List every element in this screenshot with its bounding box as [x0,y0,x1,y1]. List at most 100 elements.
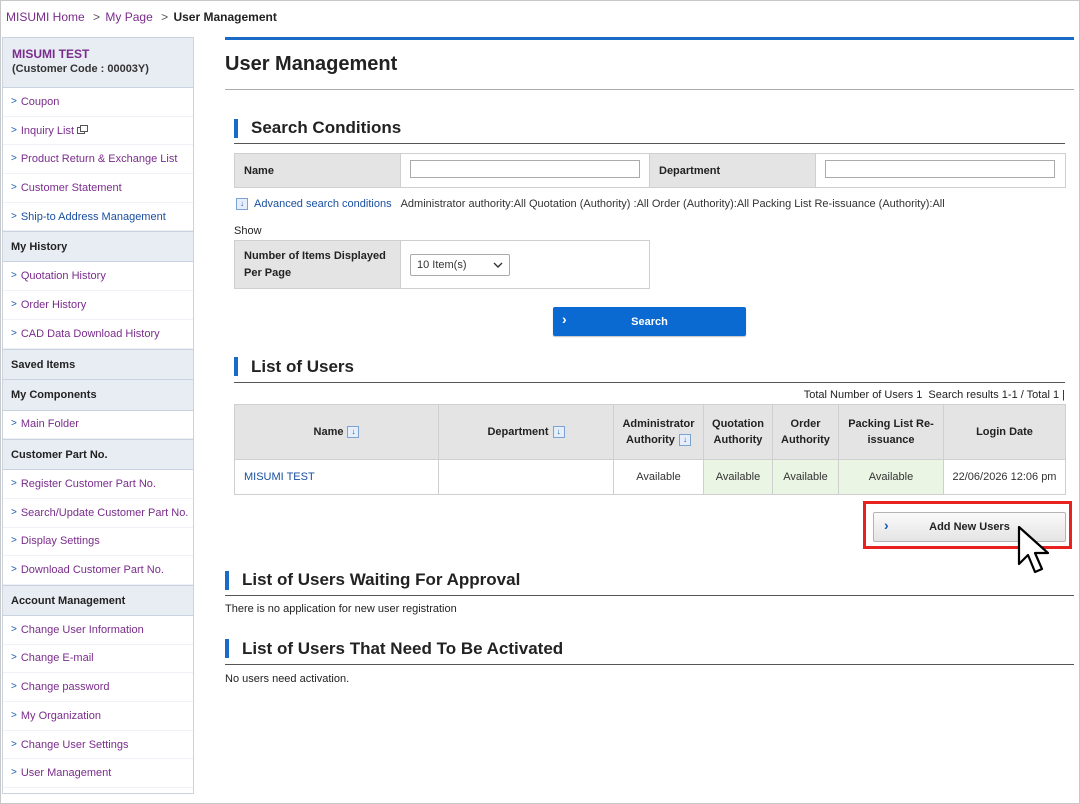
sidebar-item-change-user-info[interactable]: > Change User Information [3,616,193,645]
chevron-right-icon: > [11,623,17,635]
sidebar-section-saved-items[interactable]: Saved Items [3,348,193,380]
name-label: Name [234,153,401,188]
sidebar-item-change-password[interactable]: > Change password [3,673,193,702]
advanced-search-summary: Administrator authority:All Quotation (A… [400,198,945,210]
chevron-right-icon: > [11,709,17,721]
column-label: Quotation [712,418,764,430]
sidebar-item-label: User Management [20,767,112,780]
sidebar-item-label: Search/Update Customer Part No. [20,506,189,519]
customer-code: (Customer Code : 00003Y) [12,63,149,75]
column-label: Authority [626,434,675,446]
column-label: Packing List Re- [848,418,934,430]
sort-icon[interactable]: ↓ [678,434,691,447]
expand-down-icon[interactable]: ↓ [236,198,248,210]
advanced-search-row: ↓ Advanced search conditions Administrat… [236,198,945,210]
breadcrumb-current: User Management [173,10,277,24]
user-admin-authority: Available [613,459,704,495]
heading-accent-bar [234,357,238,376]
heading-text: List of Users Waiting For Approval [242,570,521,589]
column-label: Administrator [622,418,695,430]
items-per-page-select[interactable]: 10 Item(s) [410,253,510,276]
sidebar-item-search-update-part[interactable]: > Search/Update Customer Part No. [3,499,193,528]
sidebar-item-label: Change password [20,681,110,694]
sidebar-item-label: Coupon [20,95,60,108]
search-conditions-heading: Search Conditions [234,113,1065,144]
sidebar-item-label: Customer Statement [20,181,122,194]
heading-accent-bar [234,118,238,138]
sidebar-item-my-organization[interactable]: > My Organization [3,702,193,731]
department-label: Department [649,153,816,188]
sidebar-item-cad-history[interactable]: > CAD Data Download History [3,320,193,349]
show-label: Show [234,225,262,237]
mouse-pointer-icon [1017,525,1050,574]
chevron-right-icon: > [11,478,17,490]
column-header-admin-authority[interactable]: Administrator Authority ↓ [613,404,704,460]
items-per-page-label: Number of Items Displayed Per Page [234,240,401,289]
main-content: User Management Search Conditions Name D… [225,37,1074,685]
table-header-row: Name ↓ Department ↓ Administrator Authority… [234,404,1066,460]
heading-accent-bar [225,639,229,658]
search-button-label: Search [631,315,668,328]
sidebar-item-label: Display Settings [20,535,100,548]
sidebar: MISUMI TEST (Customer Code : 00003Y) > Co… [2,37,194,794]
select-value: 10 Item(s) [417,258,467,271]
column-header-packing-list: Packing List Re-issuance [838,404,944,460]
sidebar-item-register-part[interactable]: > Register Customer Part No. [3,470,193,499]
column-header-name[interactable]: Name ↓ [234,404,439,460]
page-title: User Management [225,53,398,75]
chevron-right-icon: > [11,124,17,136]
chevron-right-icon: > [11,327,17,339]
title-bar: User Management [225,37,1074,89]
heading-text: Search Conditions [251,118,402,137]
label-line: Per Page [244,266,292,279]
sidebar-item-inquiry-list[interactable]: > Inquiry List [3,117,193,146]
column-label: Authority [713,434,763,446]
sidebar-item-label: Product Return & Exchange List [20,153,178,166]
chevron-right-icon: > [11,95,17,107]
sidebar-item-display-settings[interactable]: > Display Settings [3,528,193,557]
chevron-right-icon: > [11,181,17,193]
chevron-right-icon: > [11,564,17,576]
column-label: issuance [867,434,915,446]
breadcrumb-mypage-link[interactable]: My Page [105,10,152,24]
sidebar-item-label: Change User Information [20,623,144,636]
items-per-page-cell: 10 Item(s) [400,240,650,289]
sidebar-item-label: CAD Data Download History [20,327,160,340]
sidebar-item-change-user-settings[interactable]: > Change User Settings [3,731,193,760]
advanced-search-link[interactable]: Advanced search conditions [254,198,392,210]
sidebar-item-quotation-history[interactable]: > Quotation History [3,262,193,292]
sidebar-item-label: Register Customer Part No. [20,478,156,491]
search-form-table: Name Department [234,153,1066,188]
sidebar-item-customer-statement[interactable]: > Customer Statement [3,174,193,203]
chevron-right-icon: > [11,270,17,282]
user-packing-authority: Available [838,459,944,495]
department-input[interactable] [825,160,1055,178]
chevron-right-icon: > [11,652,17,664]
sidebar-item-main-folder[interactable]: > Main Folder [3,411,193,440]
sidebar-item-label: Quotation History [20,270,106,283]
chevron-right-icon: > [11,506,17,518]
chevron-right-icon: > [11,153,17,165]
user-name-link[interactable]: MISUMI TEST [234,459,439,495]
sort-icon[interactable]: ↓ [552,426,565,439]
user-login-date: 22/06/2026 12:06 pm [943,459,1066,495]
sidebar-item-user-management[interactable]: > User Management [3,759,193,789]
sidebar-section-my-history: My History [3,231,193,263]
search-button[interactable]: › Search [553,307,746,336]
sidebar-item-download-part[interactable]: > Download Customer Part No. [3,556,193,585]
sidebar-item-product-return[interactable]: > Product Return & Exchange List [3,145,193,175]
chevron-right-icon: > [11,681,17,693]
label-line: Number of Items Displayed [244,249,386,262]
sidebar-item-change-email[interactable]: > Change E-mail [3,645,193,674]
sidebar-item-coupon[interactable]: > Coupon [3,88,193,117]
breadcrumb-home-link[interactable]: MISUMI Home [6,10,85,24]
chevron-right-icon: > [11,418,17,430]
column-header-department[interactable]: Department ↓ [438,404,614,460]
sort-icon[interactable]: ↓ [347,426,360,439]
name-input[interactable] [410,160,640,178]
sidebar-item-ship-to[interactable]: > Ship-to Address Management [3,203,193,232]
activation-message: No users need activation. [225,673,350,685]
sidebar-item-order-history[interactable]: > Order History [3,291,193,320]
sidebar-section-account-management: Account Management [3,584,193,616]
sidebar-item-label: Order History [20,298,87,311]
